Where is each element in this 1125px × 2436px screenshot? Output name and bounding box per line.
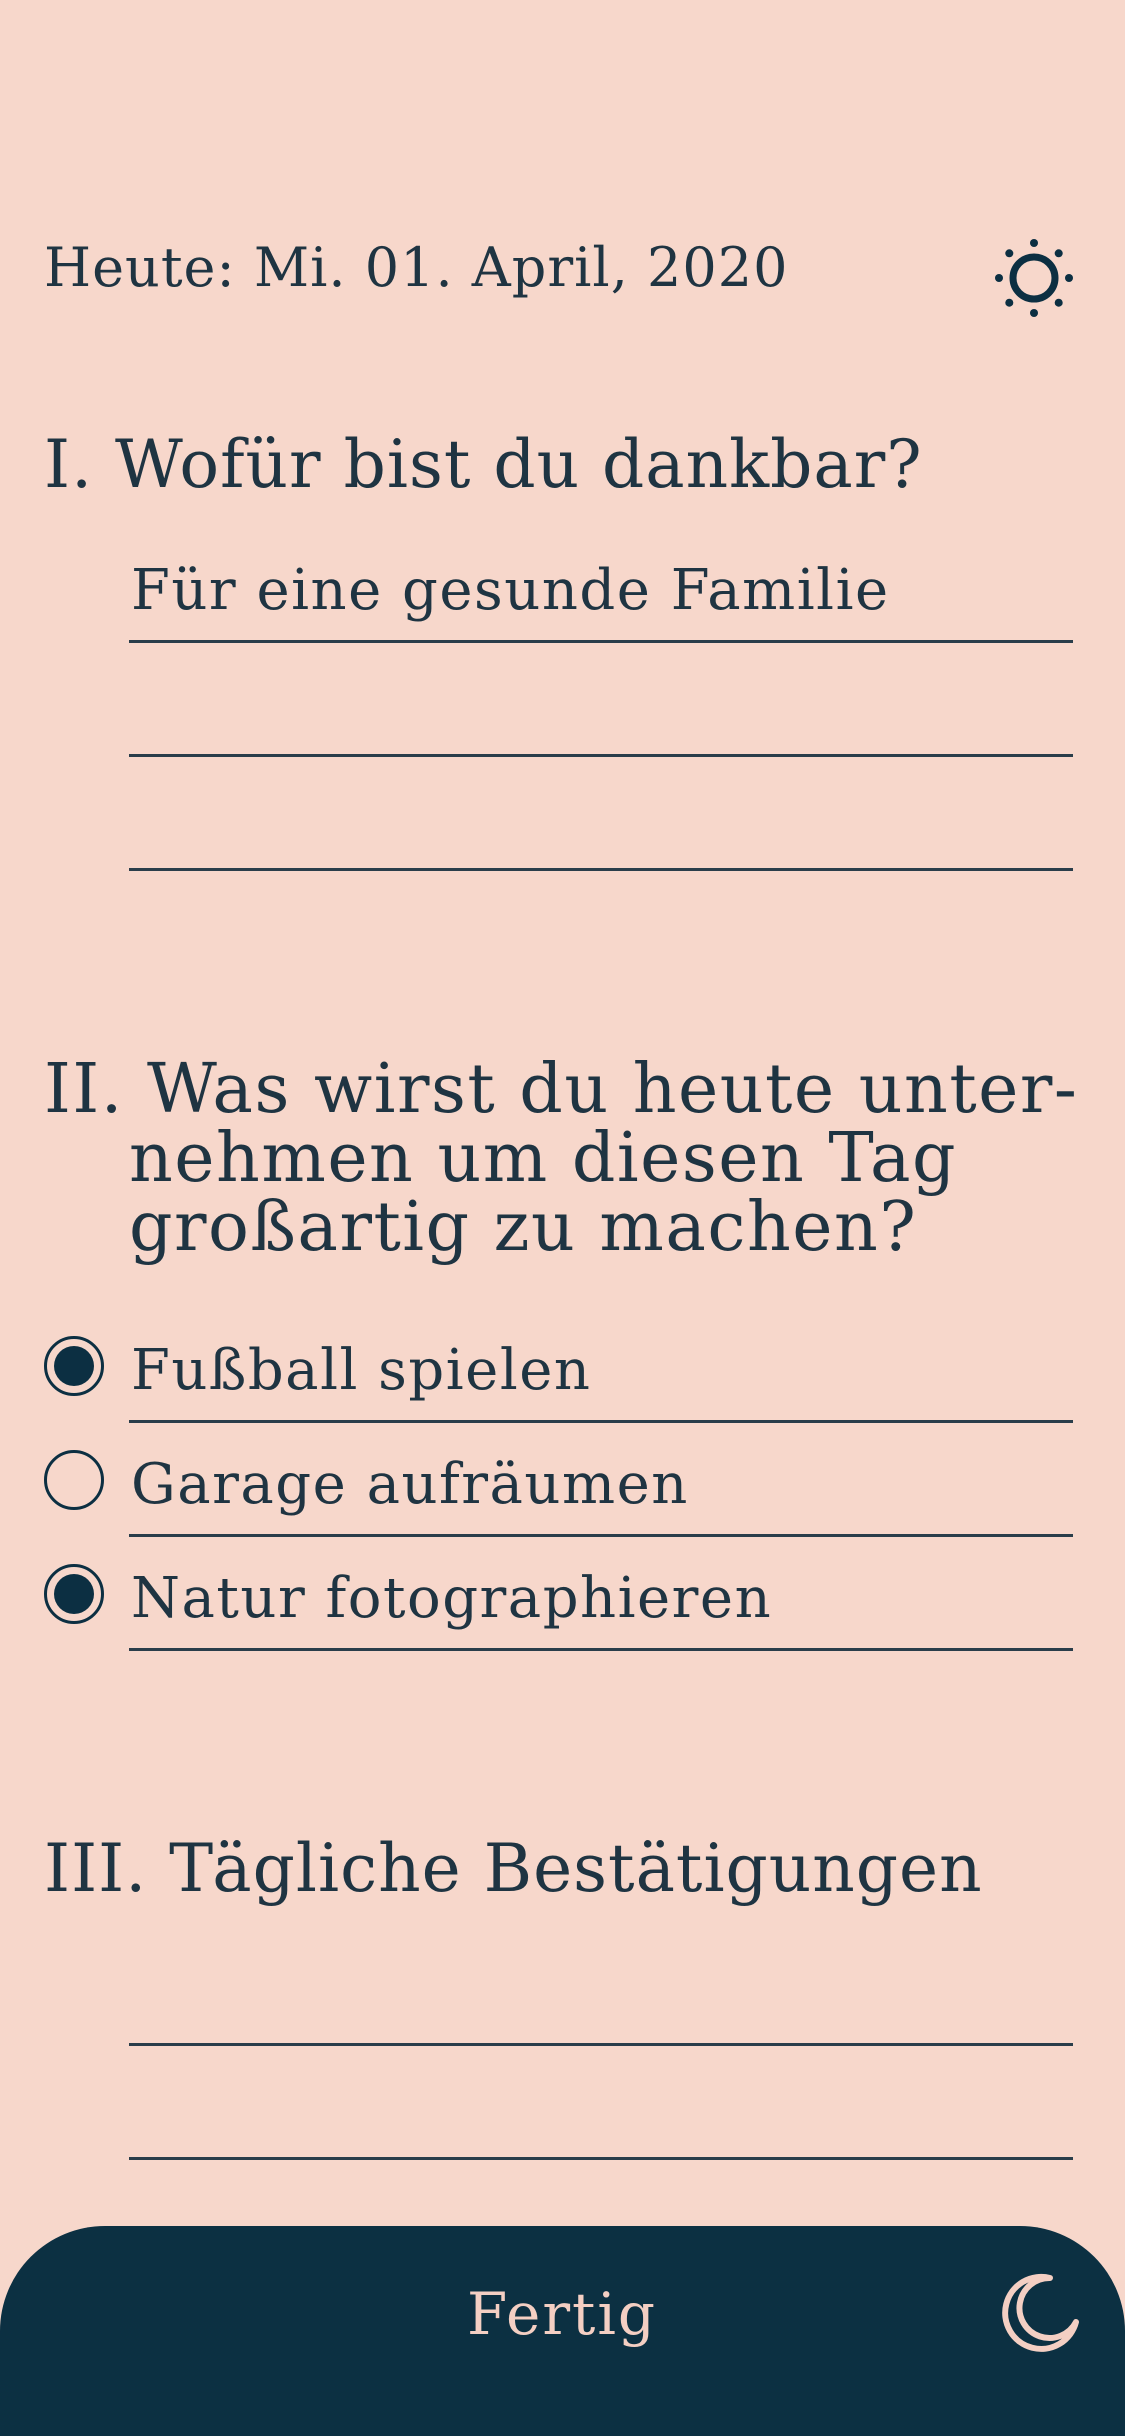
bottom-bar: Fertig (0, 2226, 1125, 2436)
task-field-3-value: Natur fotographieren (131, 1566, 773, 1631)
date-label: Heute: Mi. 01. April, 2020 (44, 236, 789, 299)
task-2-radio[interactable] (44, 1450, 104, 1510)
gratitude-field-1[interactable]: Für eine gesunde Familie (129, 550, 1073, 643)
task-1-radio[interactable] (44, 1336, 104, 1396)
task-field-2[interactable]: Garage aufräumen (129, 1444, 1073, 1537)
task-field-3[interactable]: Natur fotographieren (129, 1558, 1073, 1651)
section-3-heading: III. Tägliche Bestätigungen (44, 1830, 983, 1907)
gratitude-field-1-value: Für eine gesunde Familie (131, 558, 890, 623)
task-3-radio[interactable] (44, 1564, 104, 1624)
theme-toggle-button[interactable] (994, 238, 1074, 318)
task-field-1-value: Fußball spielen (131, 1338, 592, 1403)
task-1-radio-dot (54, 1346, 94, 1386)
section-1-heading: I. Wofür bist du dankbar? (44, 426, 923, 503)
sun-icon (995, 239, 1073, 317)
affirmation-field-2[interactable] (129, 2067, 1073, 2160)
section-2-heading-line-1: II. Was wirst du heute unter- (44, 1050, 1079, 1129)
task-3-radio-dot (54, 1574, 94, 1614)
affirmation-field-1[interactable] (129, 1953, 1073, 2046)
task-field-1[interactable]: Fußball spielen (129, 1330, 1073, 1423)
night-mode-button[interactable] (998, 2270, 1082, 2354)
done-button[interactable]: Fertig (412, 2274, 712, 2354)
section-2-heading-line-2: nehmen um diesen Tag (129, 1119, 958, 1198)
section-2-heading-line-3: großartig zu machen? (129, 1188, 918, 1267)
task-field-2-value: Garage aufräumen (131, 1452, 689, 1517)
gratitude-field-3[interactable] (129, 778, 1073, 871)
gratitude-field-2[interactable] (129, 664, 1073, 757)
moon-icon (1002, 2273, 1079, 2352)
